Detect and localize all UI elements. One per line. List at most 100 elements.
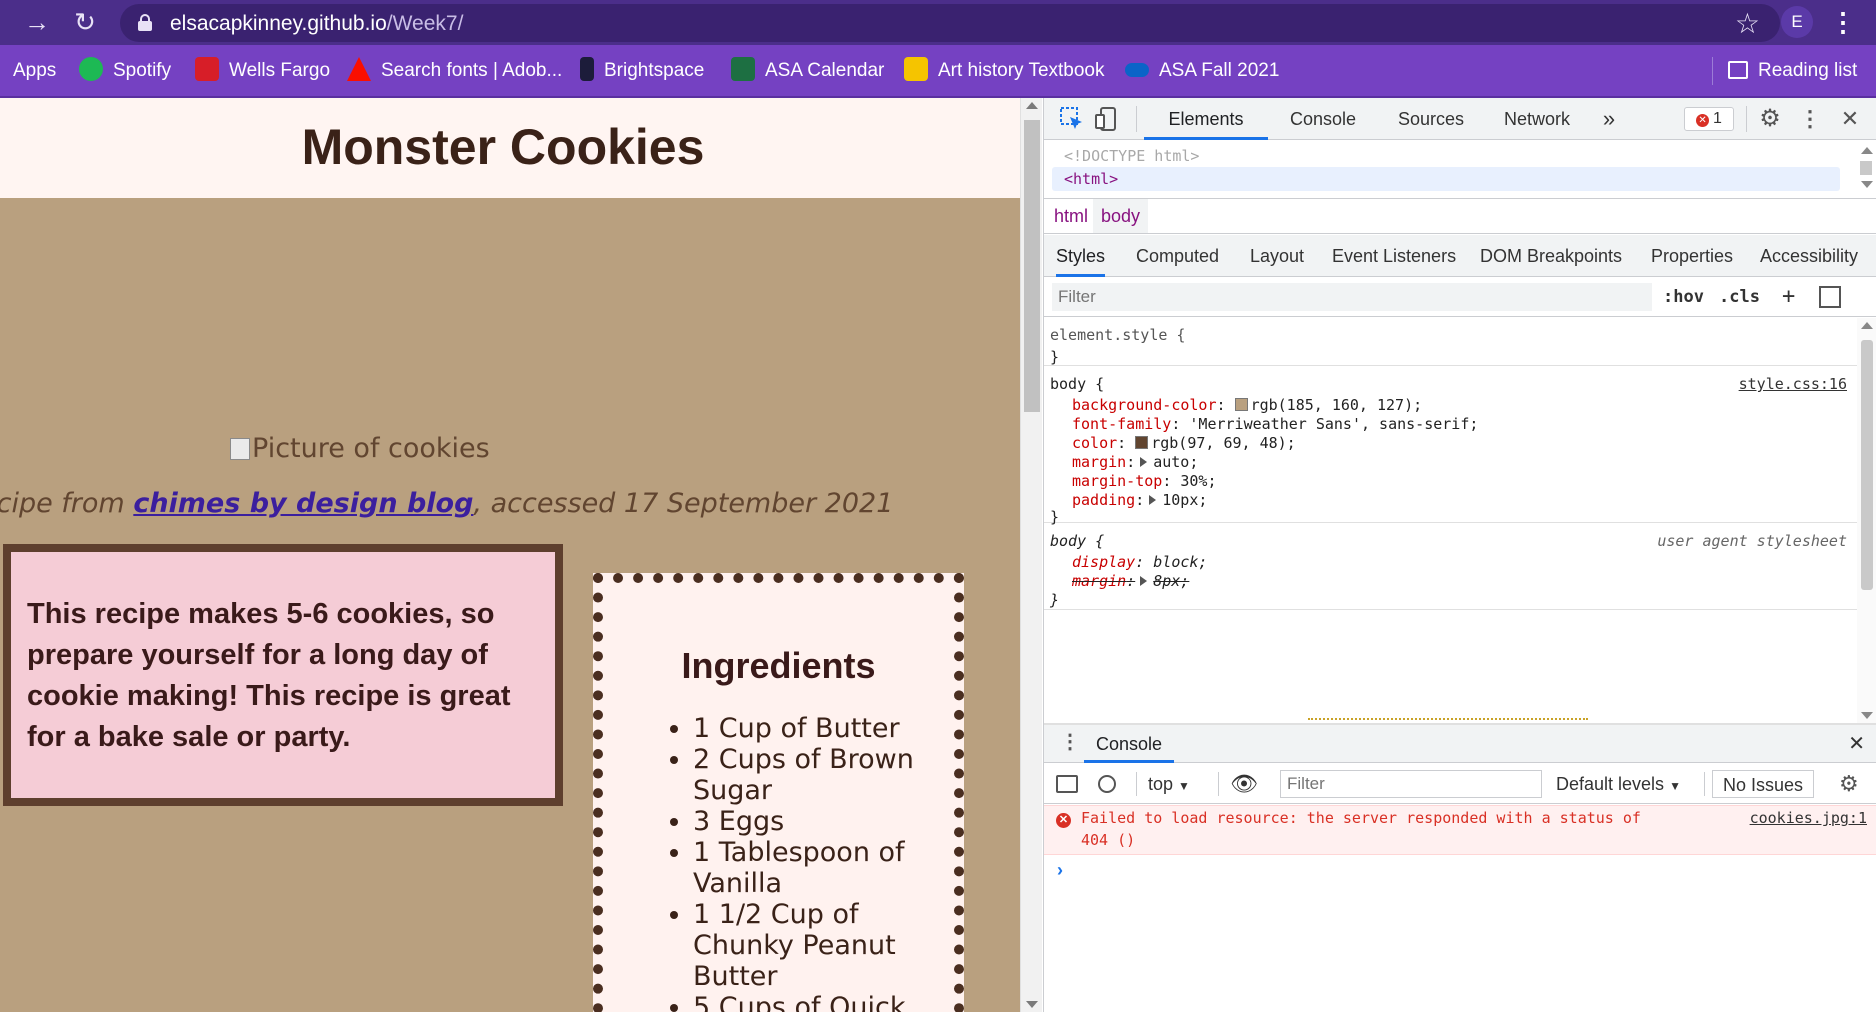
bookmark-brightspace[interactable]: Brightspace (580, 57, 704, 84)
subtab-layout[interactable]: Layout (1250, 235, 1304, 277)
rule-close-brace: } (1050, 348, 1060, 366)
console-settings-gear-icon[interactable]: ⚙ (1839, 770, 1859, 798)
console-error-message: ✕ Failed to load resource: the server re… (1044, 805, 1876, 855)
inspect-element-icon[interactable] (1058, 105, 1086, 133)
class-toggle[interactable]: .cls (1719, 283, 1760, 311)
styles-scroll-thumb[interactable] (1861, 340, 1873, 590)
drawer-menu-icon[interactable]: ⋮ (1060, 729, 1080, 754)
more-tabs-icon[interactable]: » (1592, 98, 1626, 140)
url-text[interactable]: elsacapkinney.github.io/Week7/ (170, 12, 463, 36)
dom-scroll-thumb[interactable] (1860, 161, 1872, 175)
tab-separator (1746, 106, 1747, 132)
css-value: rgb(97, 69, 48); (1151, 434, 1296, 452)
bookmark-adobe-fonts[interactable]: Search fonts | Adob... (347, 57, 563, 84)
hover-state-toggle[interactable]: :hov (1663, 283, 1704, 311)
drawer-tab-console[interactable]: Console (1084, 725, 1175, 763)
tab-sources[interactable]: Sources (1378, 98, 1484, 140)
credit-link[interactable]: chimes by design blog (133, 488, 473, 519)
bookmark-asa-fall[interactable]: ASA Fall 2021 (1125, 58, 1279, 84)
error-source-link[interactable]: cookies.jpg:1 (1750, 809, 1867, 827)
subtab-dom-breakpoints[interactable]: DOM Breakpoints (1480, 235, 1622, 277)
scroll-up-icon[interactable] (1861, 147, 1873, 154)
broken-image-icon (230, 438, 250, 460)
bookmark-label: Search fonts | Adob... (381, 60, 563, 81)
breadcrumb-body[interactable]: body (1093, 199, 1149, 233)
page-viewport: Monster Cookies Picture of cookies ecipe… (0, 98, 1020, 1012)
error-count-badge[interactable]: ✕ 1 (1684, 107, 1734, 131)
dom-html-node[interactable]: <html> (1052, 167, 1840, 191)
scroll-down-icon[interactable] (1861, 181, 1873, 188)
bookmark-wells-fargo[interactable]: Wells Fargo (195, 57, 331, 84)
subtab-event-listeners[interactable]: Event Listeners (1332, 235, 1456, 277)
subtab-accessibility[interactable]: Accessibility (1760, 235, 1858, 277)
scroll-up-icon[interactable] (1861, 322, 1873, 329)
log-levels-dropdown[interactable]: Default levels ▼ (1556, 770, 1681, 798)
issues-button[interactable]: No Issues (1712, 770, 1815, 798)
dom-doctype[interactable]: <!DOCTYPE html> (1064, 144, 1199, 168)
reading-list-button[interactable]: Reading list (1728, 58, 1857, 84)
reading-list-icon (1728, 61, 1748, 79)
bookmark-spotify[interactable]: Spotify (79, 57, 171, 84)
style-source-link[interactable]: style.css:16 (1739, 373, 1847, 395)
subtab-properties[interactable]: Properties (1651, 235, 1733, 277)
scroll-up-icon[interactable] (1026, 102, 1038, 109)
forward-arrow-icon[interactable]: → (20, 7, 54, 37)
address-bar[interactable]: elsacapkinney.github.io/Week7/ ☆ (120, 4, 1780, 42)
reload-icon[interactable]: ↻ (68, 7, 102, 37)
settings-gear-icon[interactable]: ⚙ (1756, 105, 1784, 133)
expand-triangle-icon[interactable] (1140, 457, 1148, 467)
credit-suffix: , accessed 17 September 2021 (473, 488, 894, 519)
scroll-down-icon[interactable] (1861, 712, 1873, 719)
console-filter-input[interactable] (1280, 770, 1542, 798)
styles-scrollbar[interactable] (1857, 318, 1876, 723)
css-declaration[interactable]: padding: 10px; (1072, 489, 1207, 511)
textbook-icon (904, 57, 928, 81)
styles-subtabs: Styles Computed Layout Event Listeners D… (1044, 235, 1876, 277)
bookmark-asa-calendar[interactable]: ASA Calendar (731, 57, 884, 84)
element-style-selector[interactable]: element.style { (1050, 324, 1185, 346)
console-sidebar-icon[interactable] (1056, 775, 1078, 793)
reading-list-label: Reading list (1758, 60, 1858, 81)
device-toolbar-icon[interactable] (1092, 105, 1120, 133)
subtab-styles[interactable]: Styles (1056, 235, 1106, 277)
context-selector[interactable]: top ▼ (1148, 770, 1190, 798)
color-swatch[interactable] (1135, 436, 1149, 449)
lock-icon[interactable] (138, 14, 152, 31)
error-circle-icon: ✕ (1056, 813, 1071, 828)
css-property: font-family (1072, 415, 1172, 433)
devtools-menu-icon[interactable]: ⋮ (1796, 105, 1824, 133)
css-value: auto; (1153, 453, 1199, 471)
live-expression-eye-icon[interactable]: 👁 (1230, 770, 1258, 798)
page-scroll-thumb[interactable] (1024, 120, 1040, 412)
css-value: 8px; (1153, 572, 1190, 590)
color-swatch[interactable] (1234, 398, 1248, 411)
profile-avatar[interactable]: E (1781, 6, 1813, 38)
bookmark-label: Wells Fargo (229, 60, 331, 81)
error-count: 1 (1713, 110, 1722, 127)
scroll-down-icon[interactable] (1026, 1001, 1038, 1008)
styles-filter-input[interactable] (1052, 283, 1652, 311)
body-style-rule: body { style.css:16 background-color: rg… (1044, 366, 1857, 526)
expand-triangle-icon[interactable] (1149, 495, 1157, 505)
new-rule-plus-icon[interactable]: + (1782, 283, 1795, 311)
close-devtools-icon[interactable]: ✕ (1836, 105, 1864, 133)
excel-icon (731, 57, 755, 81)
body-selector[interactable]: body { (1050, 373, 1104, 395)
breadcrumb-html[interactable]: html (1046, 199, 1096, 233)
clear-console-icon[interactable] (1098, 775, 1116, 793)
tab-console[interactable]: Console (1268, 98, 1378, 140)
page-scrollbar[interactable] (1020, 98, 1042, 1012)
bookmark-apps[interactable]: Apps (13, 58, 56, 84)
credit-prefix: ecipe from (0, 488, 125, 519)
toggle-sidebar-icon[interactable] (1819, 286, 1841, 308)
close-drawer-icon[interactable]: ✕ (1848, 731, 1865, 756)
tab-network[interactable]: Network (1484, 98, 1590, 140)
tab-elements[interactable]: Elements (1144, 98, 1268, 140)
bookmark-star-icon[interactable]: ☆ (1735, 7, 1760, 40)
browser-menu-icon[interactable]: ⋮ (1830, 6, 1856, 38)
dom-scrollbar[interactable] (1856, 141, 1876, 198)
console-prompt[interactable]: › (1057, 860, 1063, 881)
bookmark-art-history[interactable]: Art history Textbook (904, 57, 1105, 84)
tab-separator (1136, 106, 1137, 132)
subtab-computed[interactable]: Computed (1136, 235, 1219, 277)
